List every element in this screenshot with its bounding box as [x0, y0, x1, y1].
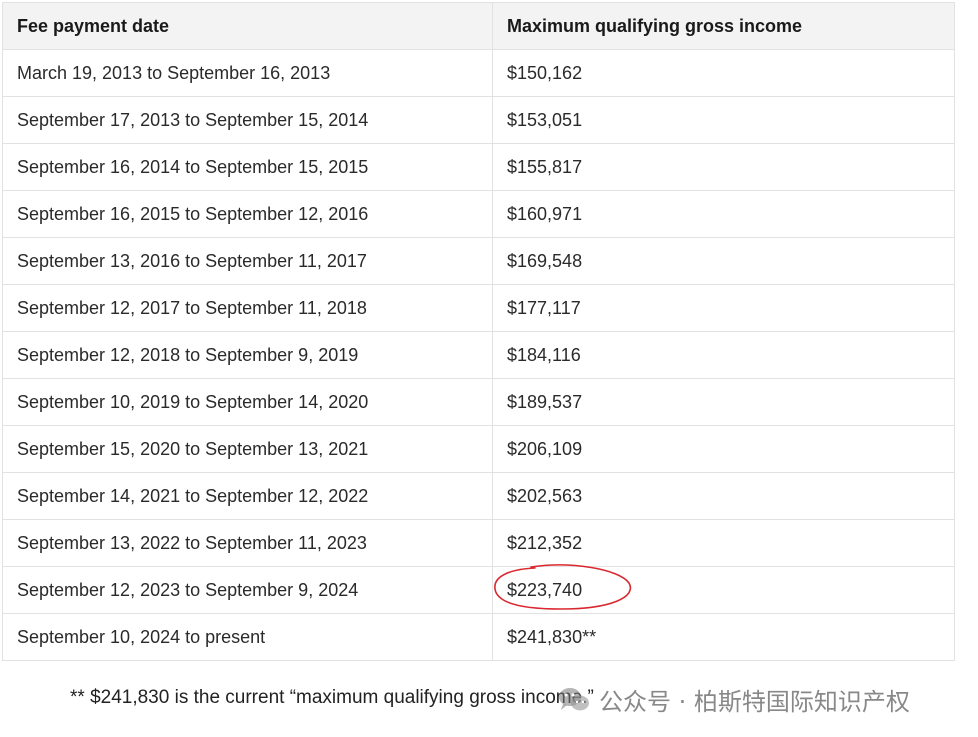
table-row: September 16, 2014 to September 15, 2015… [2, 143, 955, 191]
income-cell: $150,162 [492, 49, 955, 97]
header-fee-payment-date: Fee payment date [2, 2, 493, 50]
date-range-cell: September 13, 2022 to September 11, 2023 [2, 519, 493, 567]
table-row: September 13, 2022 to September 11, 2023… [2, 519, 955, 567]
header-maximum-income: Maximum qualifying gross income [492, 2, 955, 50]
table-row: September 10, 2024 to present $241,830** [2, 613, 955, 661]
income-cell: $177,117 [492, 284, 955, 332]
table-row: September 15, 2020 to September 13, 2021… [2, 425, 955, 473]
table-row: September 12, 2018 to September 9, 2019 … [2, 331, 955, 379]
income-cell: $212,352 [492, 519, 955, 567]
income-cell: $153,051 [492, 96, 955, 144]
wechat-icon [559, 687, 589, 710]
table-row: March 19, 2013 to September 16, 2013 $15… [2, 49, 955, 97]
table-row: September 17, 2013 to September 15, 2014… [2, 96, 955, 144]
income-cell: $189,537 [492, 378, 955, 426]
footnote: ** $241,830 is the current “maximum qual… [70, 687, 594, 708]
income-cell: $206,109 [492, 425, 955, 473]
date-range-cell: September 14, 2021 to September 12, 2022 [2, 472, 493, 520]
date-range-cell: September 16, 2015 to September 12, 2016 [2, 190, 493, 238]
table-row: September 12, 2017 to September 11, 2018… [2, 284, 955, 332]
table-row: September 10, 2019 to September 14, 2020… [2, 378, 955, 426]
watermark-text: 公众号 · 柏斯特国际知识产权 [599, 688, 910, 716]
income-cell: $184,116 [492, 331, 955, 379]
date-range-cell: September 12, 2018 to September 9, 2019 [2, 331, 493, 379]
date-range-cell: September 13, 2016 to September 11, 2017 [2, 237, 493, 285]
table-header: Fee payment date Maximum qualifying gros… [2, 2, 955, 50]
watermark: 公众号 · 柏斯特国际知识产权 [557, 682, 910, 717]
income-value: $223,740 [507, 579, 583, 600]
table-row-highlighted: September 12, 2023 to September 9, 2024 … [2, 564, 955, 614]
date-range-cell: September 16, 2014 to September 15, 2015 [2, 143, 493, 191]
income-cell: $160,971 [492, 190, 955, 238]
date-range-cell: September 15, 2020 to September 13, 2021 [2, 425, 493, 473]
date-range-cell: September 10, 2024 to present [2, 613, 493, 661]
table-row: September 16, 2015 to September 12, 2016… [2, 190, 955, 238]
date-range-cell: March 19, 2013 to September 16, 2013 [2, 49, 493, 97]
income-cell: $169,548 [492, 237, 955, 285]
income-cell: $155,817 [492, 143, 955, 191]
fee-income-table: Fee payment date Maximum qualifying gros… [2, 2, 955, 661]
date-range-cell: September 12, 2023 to September 9, 2024 [2, 566, 493, 614]
income-cell: $202,563 [492, 472, 955, 520]
income-cell-highlighted: $223,740 [492, 564, 955, 614]
table-row: September 14, 2021 to September 12, 2022… [2, 472, 955, 520]
date-range-cell: September 10, 2019 to September 14, 2020 [2, 378, 493, 426]
date-range-cell: September 12, 2017 to September 11, 2018 [2, 284, 493, 332]
table-row: September 13, 2016 to September 11, 2017… [2, 237, 955, 285]
income-cell: $241,830** [492, 613, 955, 661]
date-range-cell: September 17, 2013 to September 15, 2014 [2, 96, 493, 144]
table-body: March 19, 2013 to September 16, 2013 $15… [2, 49, 955, 661]
table-header-row: Fee payment date Maximum qualifying gros… [2, 2, 955, 50]
